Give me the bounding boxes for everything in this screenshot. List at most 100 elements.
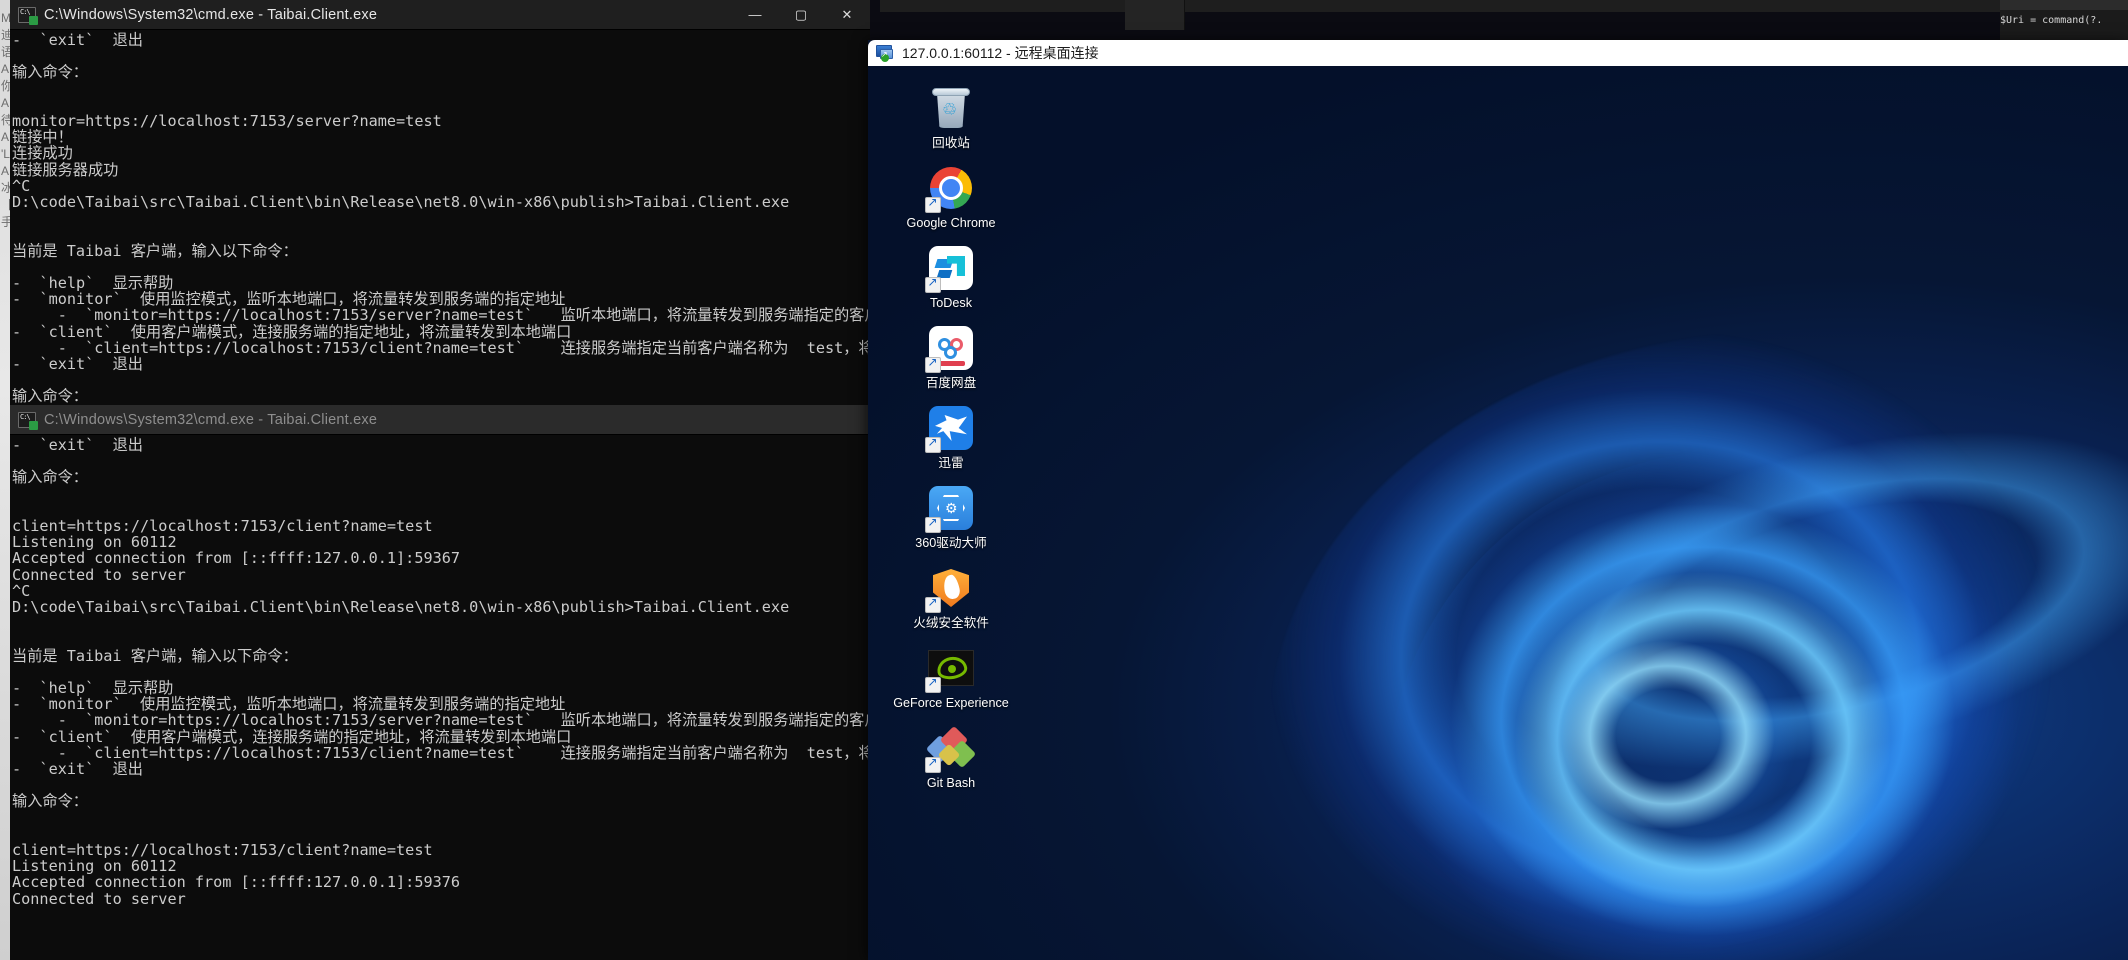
shortcut-arrow-icon — [925, 675, 941, 693]
remote-desktop-canvas[interactable]: ♲ 回收站 Google Chrome ToDesk 百度网盘迅雷 ⚙ 360驱动大师火绒安… — [868, 66, 2128, 960]
console-line: 当前是 Taibai 客户端，输入以下命令： — [12, 646, 298, 665]
desktop-icon-label: 迅雷 — [938, 456, 964, 470]
console-line: D:\code\Taibai\src\Taibai.Client\bin\Rel… — [12, 597, 790, 616]
shortcut-arrow-icon — [925, 515, 941, 533]
console-line: - `monitor` 使用监控模式，监听本地端口，将流量转发到服务端的指定地址 — [12, 695, 566, 714]
baidu-netdisk-glyph — [925, 324, 975, 373]
cmd-window-1-titlebar[interactable]: C:\Windows\System32\cmd.exe - Taibai.Cli… — [10, 0, 870, 30]
wallpaper-swirl-c — [1468, 530, 1938, 950]
desktop-icon-label: 360驱动大师 — [915, 536, 987, 550]
cmd-window-1-controls: — ▢ ✕ — [732, 0, 870, 30]
cmd-window-1[interactable]: C:\Windows\System32\cmd.exe - Taibai.Cli… — [10, 0, 870, 405]
desktop-icon-geforce-experience[interactable]: GeForce Experience — [886, 640, 1016, 714]
desktop-icon-360-driver-master[interactable]: ⚙ 360驱动大师 — [886, 480, 1016, 554]
desktop-icon-git-bash[interactable]: Git Bash — [886, 720, 1016, 794]
host-right-panel-header — [2000, 0, 2128, 10]
todesk-glyph — [925, 244, 975, 293]
desktop-icon-label: 百度网盘 — [925, 376, 977, 390]
screen-root: $Uri = command(?. Mok迪/;语音AID你可AID待和AID'… — [0, 0, 2128, 960]
console-line: - `client` 使用客户端模式，连接服务端的指定地址，将流量转发到本地端口 — [12, 322, 572, 341]
console-line: Listening on 60112 — [12, 857, 177, 876]
console-line: Accepted connection from [::ffff:127.0.0… — [12, 549, 461, 568]
desktop-icon-label: GeForce Experience — [893, 696, 1009, 710]
geforce-experience-glyph — [925, 644, 975, 693]
cmd-window-1-console-output[interactable]: - `exit` 退出 输入命令： monitor=https://localhos… — [10, 30, 870, 405]
desktop-icon-baidu-netdisk[interactable]: 百度网盘 — [886, 320, 1016, 394]
desktop-icon-label: ToDesk — [930, 296, 972, 310]
remote-desktop-icon — [876, 44, 895, 62]
console-line: 输入命令： — [12, 387, 88, 405]
wallpaper-swirl-d — [1538, 620, 1798, 850]
360-driver-master-glyph: ⚙ — [925, 484, 975, 533]
recycle-bin-glyph: ♲ — [927, 84, 975, 132]
cmd-window-2-titlebar[interactable]: C:\Windows\System32\cmd.exe - Taibai.Cli… — [10, 405, 870, 435]
desktop-icon-huorong-security[interactable]: 火绒安全软件 — [886, 560, 1016, 634]
desktop-icon-xunlei[interactable]: 迅雷 — [886, 400, 1016, 474]
host-right-code-text: $Uri = command(?. — [2000, 14, 2126, 27]
cmd-window-1-title: C:\Windows\System32\cmd.exe - Taibai.Cli… — [44, 6, 378, 23]
console-line: 输入命令： — [12, 468, 88, 487]
console-line: Accepted connection from [::ffff:127.0.0… — [12, 873, 461, 892]
close-button[interactable]: ✕ — [824, 0, 870, 30]
google-chrome-glyph — [925, 164, 975, 213]
console-line: ^C — [12, 581, 31, 600]
console-line: - `help` 显示帮助 — [12, 678, 174, 697]
console-line: client=https://localhost:7153/client?nam… — [12, 516, 433, 535]
console-line: ^C — [12, 176, 31, 195]
cmd-window-2-title: C:\Windows\System32\cmd.exe - Taibai.Cli… — [44, 411, 378, 428]
console-line: monitor=https://localhost:7153/server?na… — [12, 111, 442, 130]
git-bash-glyph — [925, 724, 977, 773]
shortcut-arrow-icon — [925, 435, 941, 453]
shortcut-arrow-icon — [925, 275, 941, 293]
console-line: - `exit` 退出 — [12, 354, 143, 373]
minimize-button[interactable]: — — [732, 0, 778, 30]
console-line: client=https://localhost:7153/client?nam… — [12, 840, 433, 859]
console-line: 连接成功 — [12, 144, 73, 163]
cmd-icon — [18, 6, 38, 25]
cmd-window-2[interactable]: C:\Windows\System32\cmd.exe - Taibai.Cli… — [10, 405, 870, 960]
shortcut-arrow-icon — [925, 755, 941, 773]
host-background-editor-strip — [880, 0, 2030, 12]
console-line: Connected to server — [12, 889, 186, 907]
remote-desktop-title: 127.0.0.1:60112 - 远程桌面连接 — [902, 45, 1099, 61]
console-line: Listening on 60112 — [12, 533, 177, 552]
huorong-security-glyph — [925, 564, 975, 613]
wallpaper-swirl-b — [1388, 450, 2088, 960]
xunlei-glyph — [925, 404, 975, 453]
cmd-window-2-console-output[interactable]: - `exit` 退出 输入命令： client=https://localhost… — [10, 435, 870, 907]
desktop-icon-label: 火绒安全软件 — [913, 616, 989, 630]
console-line: Connected to server — [12, 565, 186, 584]
console-line: - `client=https://localhost:7153/client?… — [12, 338, 870, 357]
console-line: - `exit` 退出 — [12, 31, 143, 49]
console-line: 输入命令： — [12, 63, 88, 82]
desktop-icon-google-chrome[interactable]: Google Chrome — [886, 160, 1016, 234]
desktop-icon-todesk[interactable]: ToDesk — [886, 240, 1016, 314]
remote-desktop-window[interactable]: 127.0.0.1:60112 - 远程桌面连接 ♲ 回收站 Google Chro… — [868, 40, 2128, 960]
desktop-icon-label: 回收站 — [932, 136, 970, 150]
remote-desktop-titlebar[interactable]: 127.0.0.1:60112 - 远程桌面连接 — [868, 40, 2128, 66]
console-line: 当前是 Taibai 客户端，输入以下命令： — [12, 241, 298, 260]
console-line: 链接服务器成功 — [12, 160, 119, 179]
maximize-button[interactable]: ▢ — [778, 0, 824, 30]
desktop-icon-label: Git Bash — [926, 776, 976, 790]
console-line: 链接中！ — [12, 128, 73, 147]
shortcut-arrow-icon — [925, 595, 941, 613]
code-line: $Uri = command(?. — [2000, 15, 2103, 26]
desktop-icon-recycle-bin[interactable]: ♲ 回收站 — [886, 80, 1016, 154]
wallpaper-swirl-a — [1268, 330, 2128, 960]
shortcut-arrow-icon — [925, 355, 941, 373]
desktop-icon-list[interactable]: ♲ 回收站 Google Chrome ToDesk 百度网盘迅雷 ⚙ 360驱动大师火绒安… — [886, 80, 1016, 800]
desktop-icon-label: Google Chrome — [906, 216, 996, 230]
